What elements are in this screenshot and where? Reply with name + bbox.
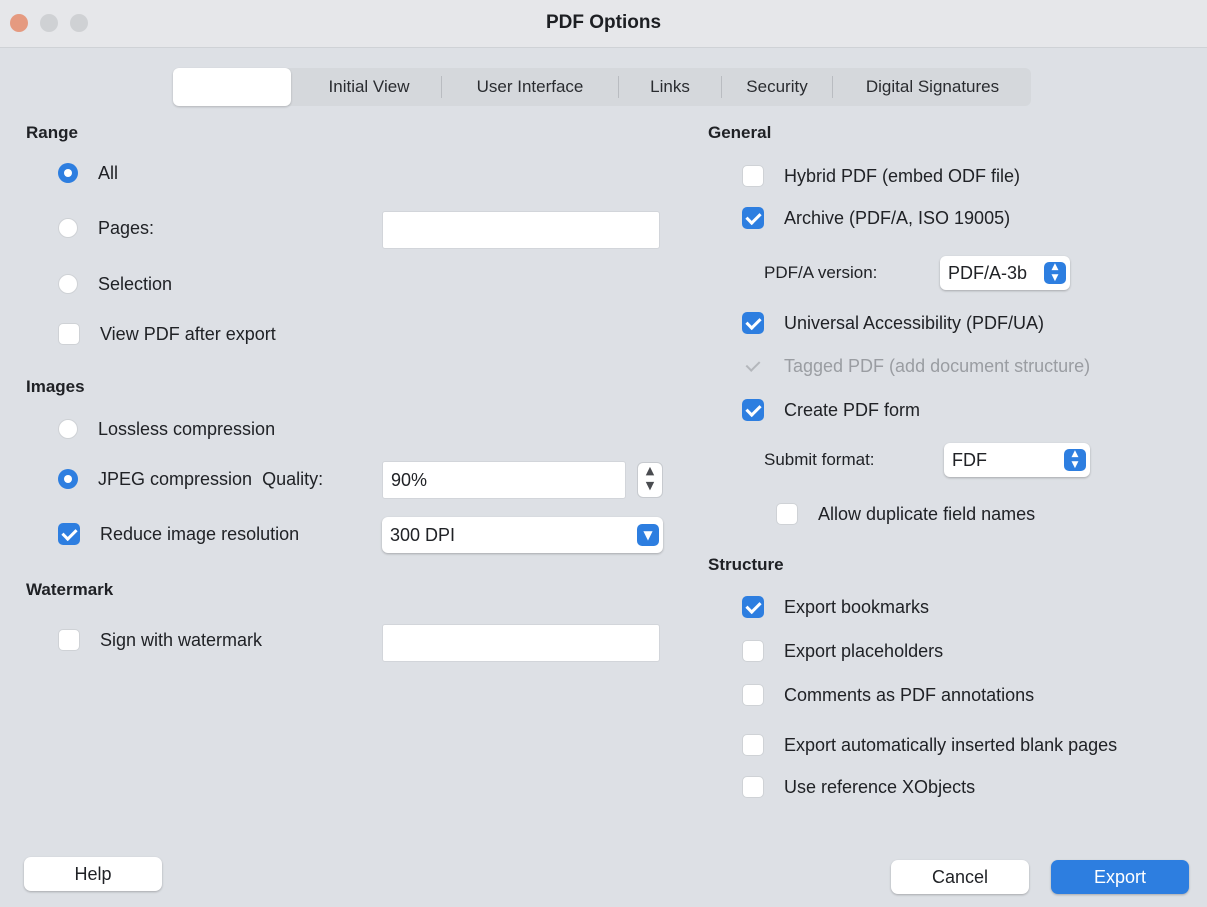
tab-divider <box>832 76 833 98</box>
tab-links[interactable]: Links <box>620 68 720 106</box>
reduce-resolution-option[interactable]: Reduce image resolution <box>58 521 299 547</box>
pdfa-version-value: PDF/A-3b <box>948 262 1028 283</box>
range-all-option[interactable]: All <box>58 160 118 186</box>
tagged-pdf-label: Tagged PDF (add document structure) <box>784 355 1091 376</box>
reduce-resolution-label: Reduce image resolution <box>100 523 300 544</box>
tab-user-interface[interactable]: User Interface <box>443 68 617 106</box>
view-pdf-after-export-checkbox[interactable] <box>58 323 80 345</box>
tab-divider <box>618 76 619 98</box>
allow-duplicate-fields-label: Allow duplicate field names <box>818 503 1036 524</box>
submit-format-row: Submit format: <box>764 447 875 473</box>
lossless-compression-label: Lossless compression <box>98 418 276 439</box>
export-blank-pages-option[interactable]: Export automatically inserted blank page… <box>742 732 1117 758</box>
export-placeholders-label: Export placeholders <box>784 640 944 661</box>
submit-format-select[interactable]: FDF ▲ ▼ <box>944 443 1090 477</box>
create-pdf-form-label: Create PDF form <box>784 399 921 420</box>
comments-annotations-checkbox[interactable] <box>742 684 764 706</box>
export-bookmarks-option[interactable]: Export bookmarks <box>742 594 929 620</box>
stepper-down-icon[interactable]: ▼ <box>638 478 662 493</box>
create-pdf-form-option[interactable]: Create PDF form <box>742 397 920 423</box>
cancel-button[interactable]: Cancel <box>891 860 1029 894</box>
export-placeholders-checkbox[interactable] <box>742 640 764 662</box>
resolution-select-value: 300 DPI <box>390 524 456 545</box>
comments-annotations-label: Comments as PDF annotations <box>784 684 1035 705</box>
allow-duplicate-fields-option[interactable]: Allow duplicate field names <box>776 501 1035 527</box>
reference-xobjects-option[interactable]: Use reference XObjects <box>742 774 975 800</box>
range-all-radio[interactable] <box>58 163 78 183</box>
tagged-pdf-option: Tagged PDF (add document structure) <box>742 353 1090 379</box>
hybrid-pdf-checkbox[interactable] <box>742 165 764 187</box>
quality-label: Quality: <box>262 468 324 489</box>
export-button[interactable]: Export <box>1051 860 1189 894</box>
quality-input[interactable]: 90% <box>382 461 626 499</box>
lossless-compression-radio[interactable] <box>58 419 78 439</box>
chevron-updown-icon: ▲ ▼ <box>1064 449 1086 471</box>
pages-input[interactable] <box>382 211 660 249</box>
window-title: PDF Options <box>545 12 662 33</box>
pdfa-version-label: PDF/A version: <box>764 263 878 282</box>
tab-general[interactable] <box>173 68 291 106</box>
range-selection-option[interactable]: Selection <box>58 271 172 297</box>
export-bookmarks-checkbox[interactable] <box>742 596 764 618</box>
create-pdf-form-checkbox[interactable] <box>742 399 764 421</box>
tab-initial-view[interactable]: Initial View <box>297 68 441 106</box>
universal-accessibility-checkbox[interactable] <box>742 312 764 334</box>
pdfa-version-select[interactable]: PDF/A-3b ▲ ▼ <box>940 256 1070 290</box>
images-heading: Images <box>26 377 85 396</box>
reference-xobjects-label: Use reference XObjects <box>784 776 976 797</box>
archive-pdfa-checkbox[interactable] <box>742 207 764 229</box>
range-selection-label: Selection <box>98 273 173 294</box>
range-selection-radio[interactable] <box>58 274 78 294</box>
range-pages-option[interactable]: Pages: <box>58 215 154 241</box>
watermark-input[interactable] <box>382 624 660 662</box>
tab-divider <box>441 76 442 98</box>
resolution-select[interactable]: 300 DPI ▼ <box>382 517 663 553</box>
hybrid-pdf-label: Hybrid PDF (embed ODF file) <box>784 165 1021 186</box>
export-placeholders-option[interactable]: Export placeholders <box>742 638 943 664</box>
tagged-pdf-checkbox <box>742 355 764 377</box>
pdfa-version-row: PDF/A version: <box>764 260 877 286</box>
chevron-updown-icon: ▲ ▼ <box>1044 262 1066 284</box>
reduce-resolution-checkbox[interactable] <box>58 523 80 545</box>
tab-divider <box>721 76 722 98</box>
comments-annotations-option[interactable]: Comments as PDF annotations <box>742 682 1034 708</box>
stepper-up-icon[interactable]: ▲ <box>638 463 662 478</box>
chevron-down-icon: ▼ <box>637 524 659 546</box>
archive-pdfa-option[interactable]: Archive (PDF/A, ISO 19005) <box>742 205 1010 231</box>
view-pdf-after-export-label: View PDF after export <box>100 323 276 344</box>
tab-security[interactable]: Security <box>723 68 831 106</box>
jpeg-compression-radio[interactable] <box>58 469 78 489</box>
general-heading: General <box>708 123 772 142</box>
range-pages-label: Pages: <box>98 217 155 238</box>
range-all-label: All <box>98 162 119 183</box>
jpeg-compression-option[interactable]: JPEG compression Quality: <box>58 466 323 492</box>
submit-format-label: Submit format: <box>764 450 875 469</box>
tab-digital-signatures[interactable]: Digital Signatures <box>834 68 1031 106</box>
sign-watermark-checkbox[interactable] <box>58 629 80 651</box>
sign-watermark-option[interactable]: Sign with watermark <box>58 627 262 653</box>
range-heading: Range <box>26 123 78 142</box>
sign-watermark-label: Sign with watermark <box>100 629 263 650</box>
quality-stepper[interactable]: ▲ ▼ <box>637 462 663 498</box>
pdf-options-dialog: PDF Options Initial View User Interface … <box>0 0 1207 907</box>
universal-accessibility-label: Universal Accessibility (PDF/UA) <box>784 312 1045 333</box>
watermark-heading: Watermark <box>26 580 114 599</box>
view-pdf-after-export-option[interactable]: View PDF after export <box>58 321 276 347</box>
title-bar: PDF Options <box>0 0 1207 48</box>
universal-accessibility-option[interactable]: Universal Accessibility (PDF/UA) <box>742 310 1044 336</box>
archive-pdfa-label: Archive (PDF/A, ISO 19005) <box>784 207 1011 228</box>
hybrid-pdf-option[interactable]: Hybrid PDF (embed ODF file) <box>742 163 1020 189</box>
export-bookmarks-label: Export bookmarks <box>784 596 930 617</box>
allow-duplicate-fields-checkbox[interactable] <box>776 503 798 525</box>
help-button[interactable]: Help <box>24 857 162 891</box>
tab-bar: Initial View User Interface Links Securi… <box>173 68 1031 106</box>
range-pages-radio[interactable] <box>58 218 78 238</box>
structure-heading: Structure <box>708 555 784 574</box>
submit-format-value: FDF <box>952 449 987 470</box>
reference-xobjects-checkbox[interactable] <box>742 776 764 798</box>
lossless-compression-option[interactable]: Lossless compression <box>58 416 275 442</box>
export-blank-pages-checkbox[interactable] <box>742 734 764 756</box>
export-blank-pages-label: Export automatically inserted blank page… <box>784 734 1118 755</box>
jpeg-compression-label: JPEG compression <box>98 468 253 489</box>
